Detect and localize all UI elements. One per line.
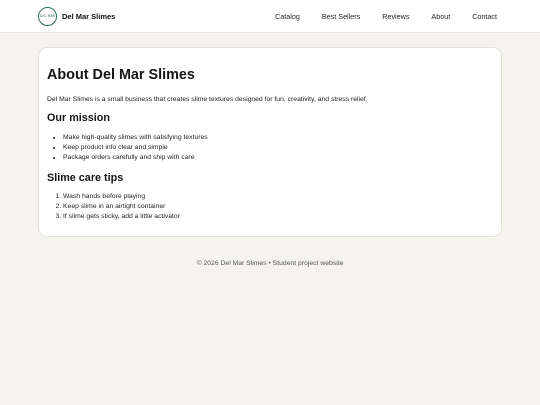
care-tips-list: Wash hands before playing Keep slime in … — [63, 192, 180, 222]
nav-link-contact[interactable]: Contact — [472, 12, 497, 21]
site-footer: © 2026 Del Mar Slimes • Student project … — [0, 260, 540, 267]
list-item: Keep slime in an airtight container — [63, 202, 180, 212]
page-title: About Del Mar Slimes — [47, 67, 195, 83]
list-item: If slime gets sticky, add a little activ… — [63, 212, 180, 222]
footer-text: © 2026 Del Mar Slimes • Student project … — [196, 260, 344, 267]
content-card: About Del Mar Slimes Del Mar Slimes is a… — [38, 47, 502, 237]
logo-text: DEL MAR — [39, 14, 56, 18]
brand[interactable]: DEL MAR Del Mar Slimes — [38, 6, 115, 26]
main-nav: Catalog Best Sellers Reviews About Conta… — [275, 0, 497, 33]
list-item: Wash hands before playing — [63, 192, 180, 202]
brand-name[interactable]: Del Mar Slimes — [62, 12, 115, 21]
nav-link-reviews[interactable]: Reviews — [382, 12, 409, 21]
nav-link-about[interactable]: About — [431, 12, 450, 21]
nav-link-catalog[interactable]: Catalog — [275, 12, 300, 21]
list-item: Make high-quality slimes with satisfying… — [63, 133, 208, 143]
mission-list: Make high-quality slimes with satisfying… — [63, 133, 208, 163]
list-item: Package orders carefully and ship with c… — [63, 153, 208, 163]
nav-link-best-sellers[interactable]: Best Sellers — [322, 12, 360, 21]
list-item: Keep product info clear and simple — [63, 143, 208, 153]
intro-text: Del Mar Slimes is a small business that … — [47, 96, 368, 103]
site-header: DEL MAR Del Mar Slimes Catalog Best Sell… — [0, 0, 540, 33]
logo: DEL MAR — [38, 6, 57, 26]
care-tips-heading: Slime care tips — [47, 172, 124, 184]
mission-heading: Our mission — [47, 112, 110, 124]
